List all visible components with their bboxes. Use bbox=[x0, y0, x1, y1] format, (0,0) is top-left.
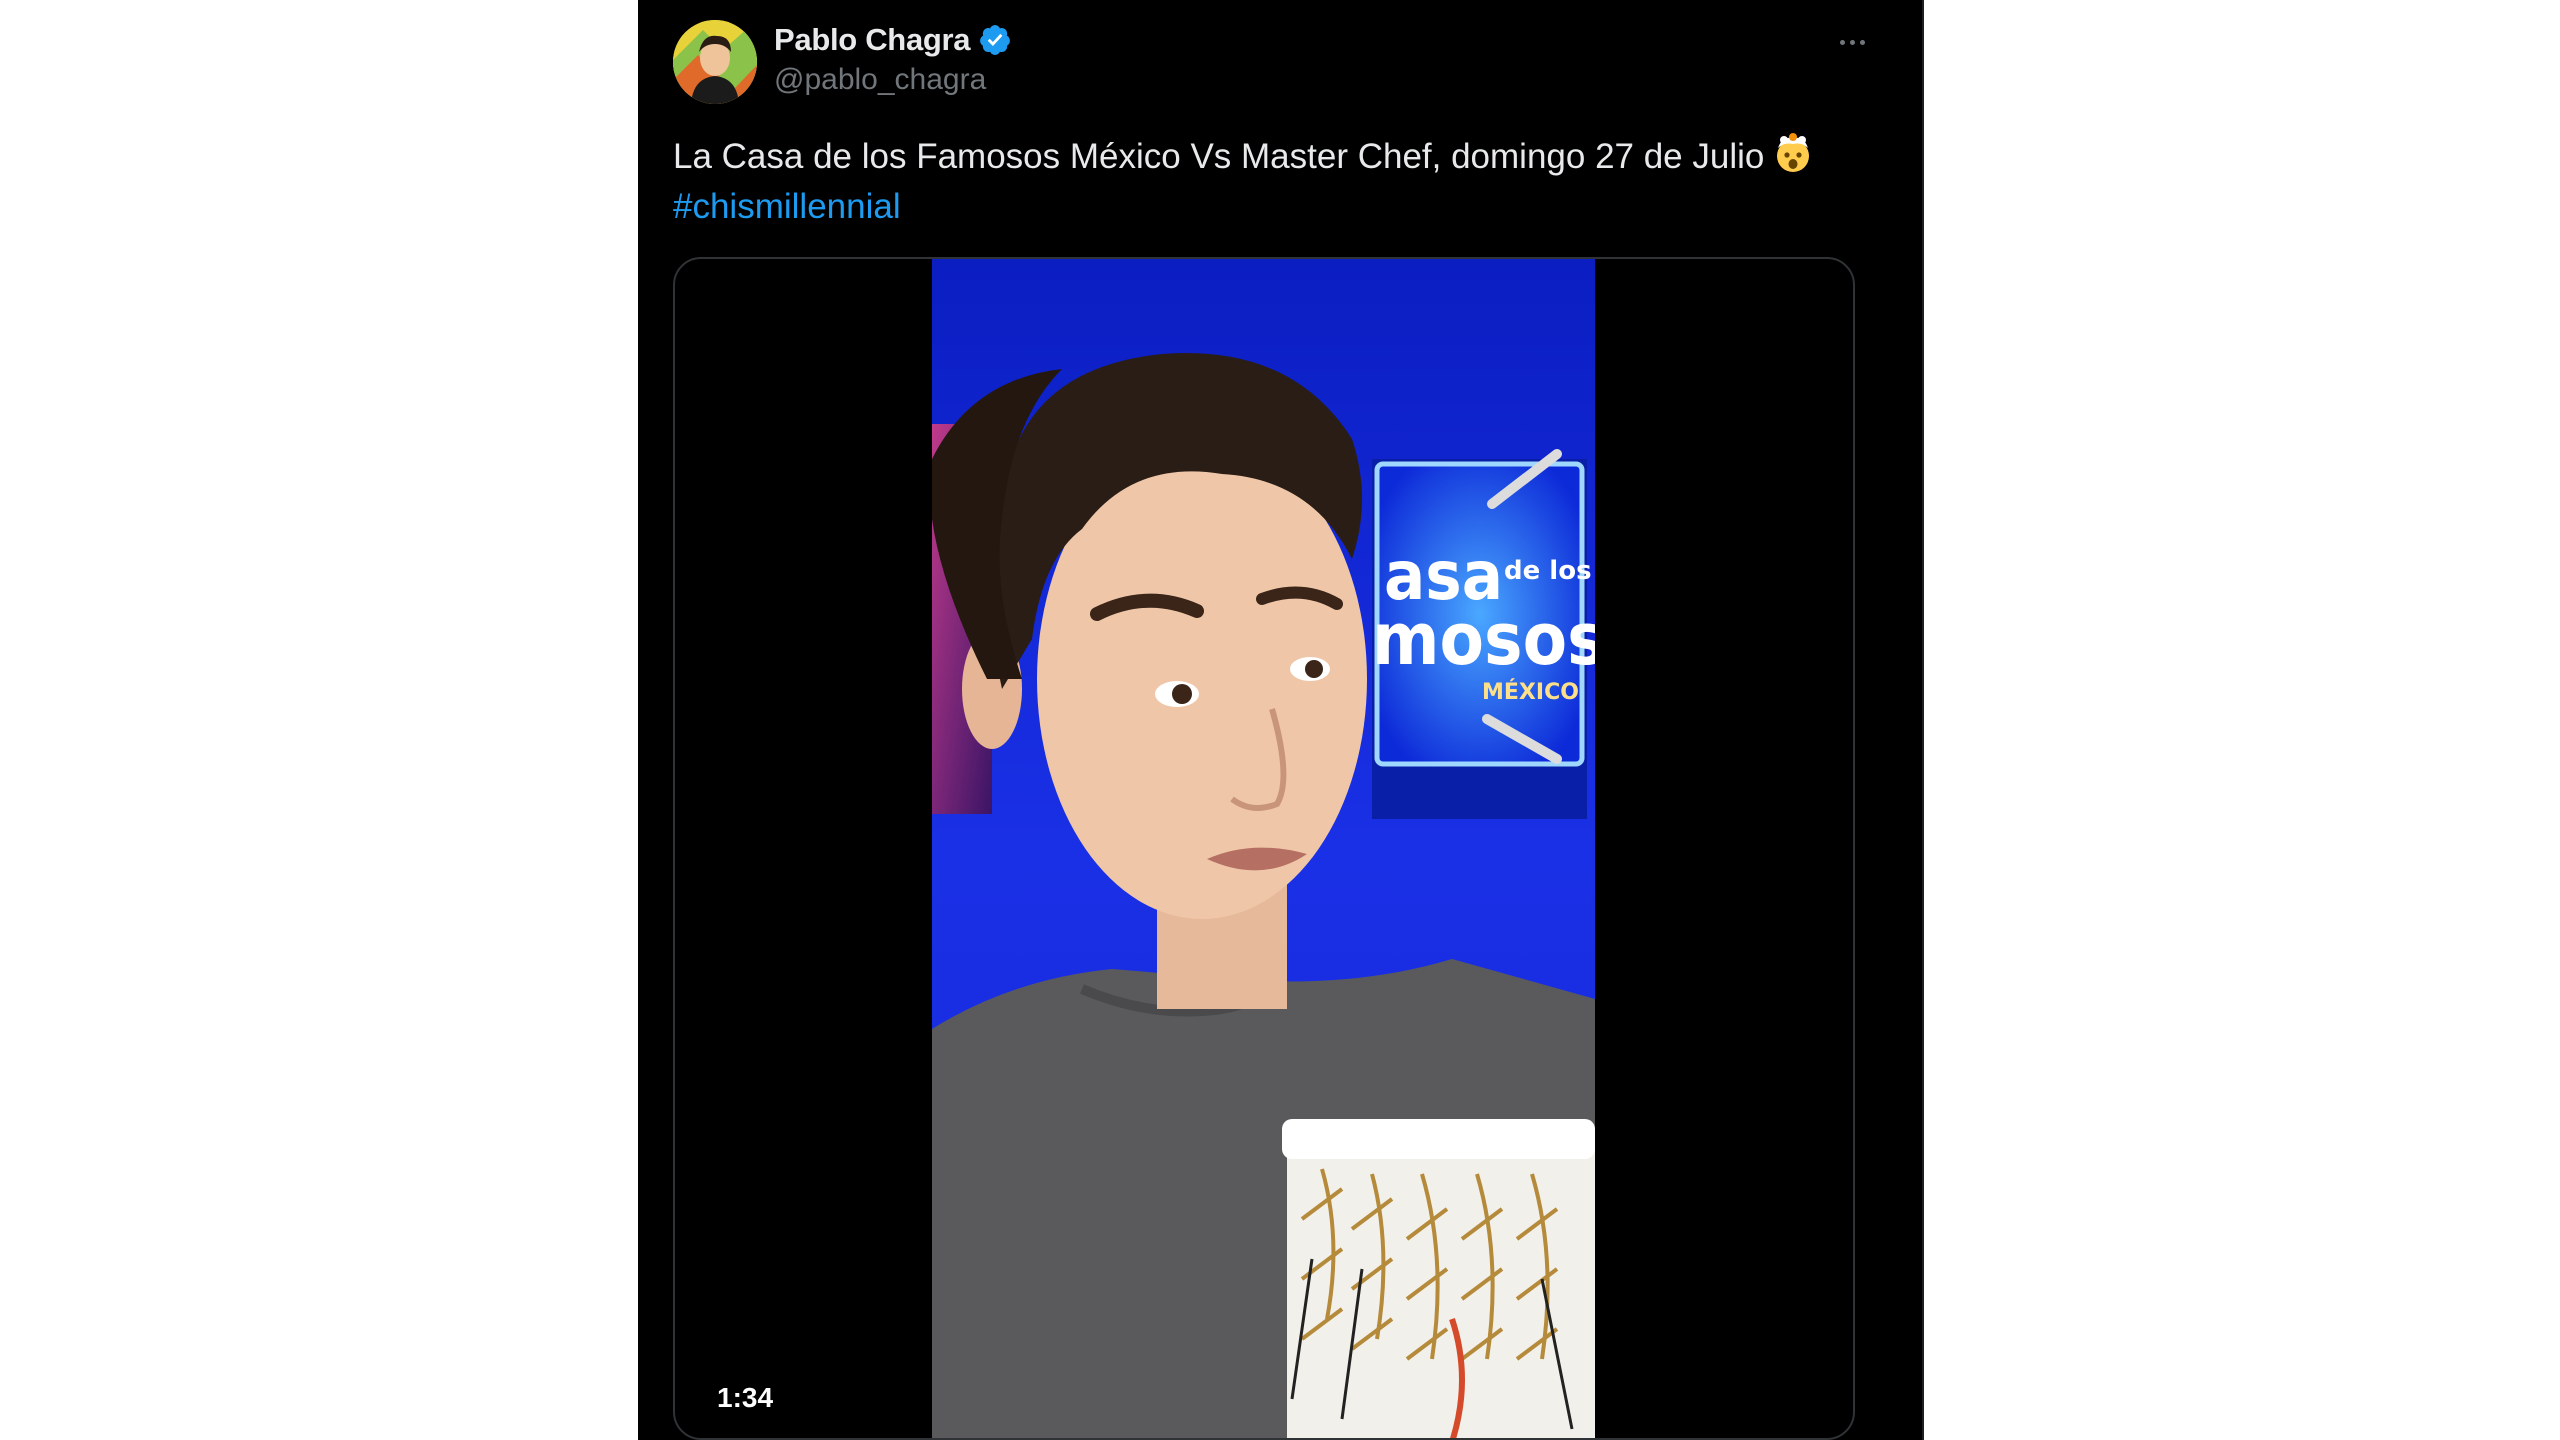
avatar[interactable] bbox=[673, 20, 757, 104]
sign-line2: mosos bbox=[1372, 597, 1595, 681]
author-name-row: Pablo Chagra bbox=[774, 20, 1012, 60]
tweet-body: La Casa de los Famosos México Vs Master … bbox=[673, 137, 1765, 176]
exploding-head-emoji bbox=[1772, 132, 1814, 174]
video-duration: 1:34 bbox=[717, 1382, 774, 1413]
sign-line3: MÉXICO bbox=[1482, 679, 1579, 705]
avatar-image bbox=[673, 20, 757, 104]
author-handle[interactable]: @pablo_chagra bbox=[774, 63, 986, 97]
verified-badge-icon bbox=[978, 23, 1012, 57]
hashtag-link[interactable]: #chismillennial bbox=[673, 187, 901, 226]
sign-line1-small: de los bbox=[1504, 556, 1592, 586]
tweet-text: La Casa de los Famosos México Vs Master … bbox=[673, 132, 1873, 232]
video-player[interactable]: asa de los mosos MÉXICO 1:34 bbox=[673, 257, 1855, 1440]
tweet-card: Pablo Chagra @pablo_chagra La Casa de lo… bbox=[638, 0, 1924, 1440]
video-frame[interactable]: asa de los mosos MÉXICO bbox=[932, 259, 1595, 1438]
video-thumbnail: asa de los mosos MÉXICO bbox=[932, 259, 1595, 1438]
display-name[interactable]: Pablo Chagra bbox=[774, 22, 971, 58]
more-options-icon[interactable] bbox=[1832, 22, 1872, 62]
